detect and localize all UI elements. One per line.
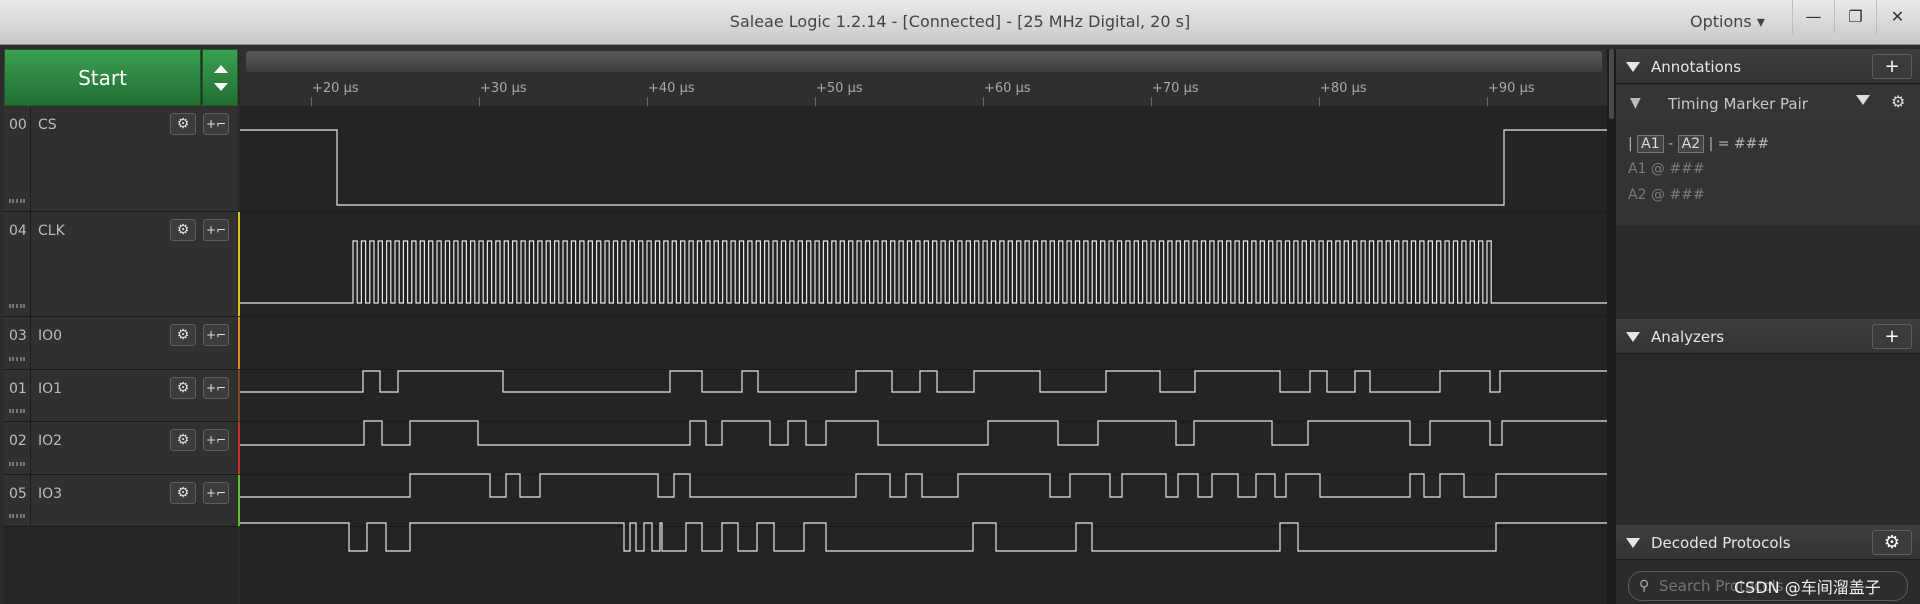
panel-splitter[interactable] [1607,49,1616,604]
gear-icon[interactable]: ⚙ [1872,530,1912,555]
search-icon: ⚲ [1639,578,1650,594]
row-divider [30,370,31,421]
io2-trace [240,473,1607,498]
waveform-area[interactable]: +20 µs +30 µs +40 µs +50 µs +60 µs +70 µs +80 … [240,49,1607,604]
timing-marker-label: Timing Marker Pair [1668,95,1808,113]
minus-glyph: - [1668,136,1674,152]
trigger-edge-icon[interactable]: +⌐ [203,113,229,135]
io3-trace [240,522,1607,552]
marker-a2-value: A2 @ ### [1628,187,1705,203]
annotations-header[interactable]: Annotations + [1616,49,1920,84]
chevron-down-icon[interactable] [1856,95,1870,105]
channel-name[interactable]: IO0 [38,328,62,344]
decoded-protocols-header[interactable]: Decoded Protocols ⚙ [1616,525,1920,560]
trigger-edge-icon[interactable]: +⌐ [203,429,229,451]
vertical-scrollbar[interactable] [1609,49,1614,119]
channel-name[interactable]: CLK [38,223,65,239]
gear-icon[interactable]: ⚙ [170,324,196,346]
title-bar: Saleae Logic 1.2.14 - [Connected] - [25 … [0,0,1920,45]
measurement-delta: | A1 - A2 | = ### [1628,135,1769,153]
gear-icon[interactable]: ⚙ [1891,92,1905,111]
start-options-spinner[interactable] [202,49,238,106]
bar-glyph: | [1628,136,1633,152]
clk-trace [240,240,1607,304]
side-panel: Annotations + ▼ Timing Marker Pair ⚙ | A… [1616,49,1920,604]
window-title: Saleae Logic 1.2.14 - [Connected] - [25 … [729,12,1191,31]
timing-marker-row[interactable]: ▼ Timing Marker Pair ⚙ [1616,85,1920,121]
gear-icon[interactable]: ⚙ [170,429,196,451]
channel-number: 03 [9,328,27,344]
start-button[interactable]: Start [4,49,201,106]
annotations-title: Annotations [1651,58,1742,76]
drag-handle-icon[interactable] [9,199,25,203]
io1-trace [240,420,1607,446]
channel-row-cs[interactable]: 00 CS ⚙ +⌐ [4,106,243,212]
gear-icon[interactable]: ⚙ [170,377,196,399]
io0-trace [240,370,1607,393]
row-divider [30,106,31,211]
marker-a2-chip[interactable]: A2 [1677,135,1705,153]
cs-trace [240,129,1607,206]
analyzers-header[interactable]: Analyzers + [1616,319,1920,354]
close-button[interactable]: ✕ [1876,0,1918,34]
drag-handle-icon[interactable] [9,304,25,308]
row-divider [30,317,31,369]
collapse-triangle-icon[interactable] [1626,332,1640,342]
trigger-edge-icon[interactable]: +⌐ [203,377,229,399]
trigger-edge-icon[interactable]: +⌐ [203,324,229,346]
channel-name[interactable]: IO1 [38,381,62,397]
channel-name[interactable]: IO3 [38,486,62,502]
trigger-edge-icon[interactable]: +⌐ [203,219,229,241]
trigger-edge-icon[interactable]: +⌐ [203,482,229,504]
collapse-triangle-icon[interactable] [1626,62,1640,72]
decoded-protocols-title: Decoded Protocols [1651,534,1791,552]
channel-name[interactable]: CS [38,117,57,133]
watermark: CSDN @车间溜盖子 [1734,578,1881,597]
delta-value: | = ### [1708,136,1770,152]
gear-icon[interactable]: ⚙ [170,482,196,504]
marker-pin-icon: ▼ [1630,95,1641,111]
channel-number: 01 [9,381,27,397]
restore-button[interactable]: ❐ [1834,0,1876,34]
channel-name[interactable]: IO2 [38,433,62,449]
row-divider [30,475,31,526]
channel-row-io3[interactable]: 05 IO3 ⚙ +⌐ [4,475,243,527]
arrow-down-icon[interactable] [214,83,228,91]
row-divider [30,422,31,474]
drag-handle-icon[interactable] [9,409,25,413]
annotation-measurements: | A1 - A2 | = ### A1 @ ### A2 @ ### [1616,121,1920,225]
marker-a1-value: A1 @ ### [1628,161,1705,177]
collapse-triangle-icon[interactable] [1626,538,1640,548]
row-divider [30,212,31,316]
drag-handle-icon[interactable] [9,357,25,361]
channel-number: 00 [9,117,27,133]
gear-icon[interactable]: ⚙ [170,219,196,241]
marker-a1-chip[interactable]: A1 [1637,135,1664,153]
channel-row-clk[interactable]: 04 CLK ⚙ +⌐ [4,212,243,317]
channel-row-io0[interactable]: 03 IO0 ⚙ +⌐ [4,317,243,370]
options-menu[interactable]: Options ▾ [1690,12,1765,31]
drag-handle-icon[interactable] [9,514,25,518]
minimize-button[interactable]: — [1792,0,1834,34]
drag-handle-icon[interactable] [9,462,25,466]
gear-icon[interactable]: ⚙ [170,113,196,135]
channel-number: 02 [9,433,27,449]
channel-number: 04 [9,223,27,239]
analyzers-title: Analyzers [1651,328,1725,346]
channel-row-io2[interactable]: 02 IO2 ⚙ +⌐ [4,422,243,475]
channel-number: 05 [9,486,27,502]
arrow-up-icon[interactable] [214,65,228,73]
channel-row-io1[interactable]: 01 IO1 ⚙ +⌐ [4,370,243,422]
add-annotation-button[interactable]: + [1872,54,1912,79]
add-analyzer-button[interactable]: + [1872,324,1912,349]
signal-traces [240,129,1607,552]
channel-panel: Start 00 CS ⚙ +⌐ 04 CLK ⚙ +⌐ 03 IO0 ⚙ +⌐ 01 IO1 ⚙ +⌐ 02 I… [4,49,243,604]
